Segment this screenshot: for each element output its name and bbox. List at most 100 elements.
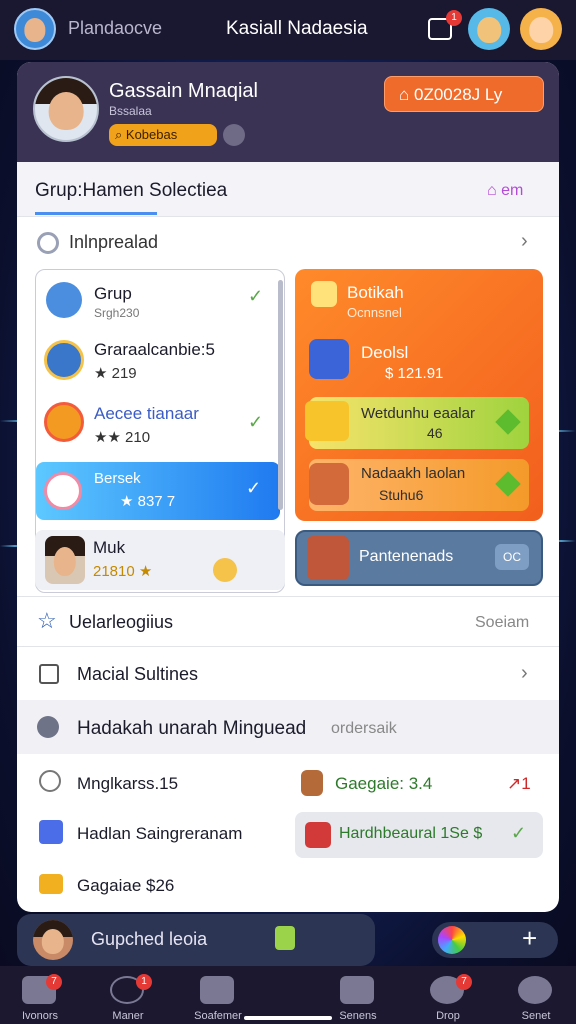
- list-row[interactable]: Gagaiae $26: [77, 876, 174, 896]
- check-icon: ✓: [511, 823, 527, 843]
- trend-value: ↗1: [507, 774, 531, 793]
- user-avatar[interactable]: [33, 76, 99, 142]
- reward-button-1-label: Wetdunhu eaalar: [361, 405, 475, 422]
- list-item-sub: ★ 219: [94, 365, 137, 382]
- mini-name: Muk: [93, 538, 126, 557]
- shop-icon: [307, 536, 349, 580]
- selected-list-item[interactable]: Bersek ★ 837 7 ✓: [36, 462, 280, 520]
- nav-drop[interactable]: 7 Drop: [408, 966, 488, 1024]
- globe-icon: [37, 716, 59, 738]
- panel-button[interactable]: Pantenenads OC: [295, 530, 543, 586]
- chat-label: Gupched leoia: [91, 929, 208, 949]
- chat-avatar: [33, 920, 73, 960]
- nav-settings[interactable]: Senet: [496, 966, 576, 1024]
- app-icon: [39, 820, 63, 844]
- reward-item-value: $ 121.91: [385, 365, 444, 382]
- mini-value: 21810 ★: [93, 563, 153, 580]
- reward-button-2-value: Stuhu6: [379, 487, 424, 503]
- reward-button-2-label: Nadaakh laolan: [361, 465, 466, 482]
- rank-badge[interactable]: ⌂ 0Z0028J Ly: [384, 76, 544, 112]
- reward-card: Botikah Ocnnsnel Deolsl $ 121.91 Wetdunh…: [295, 269, 543, 521]
- chevron-right-icon[interactable]: ›: [521, 230, 528, 253]
- check-icon: ✓: [246, 478, 262, 498]
- list-item[interactable]: Grup: [94, 284, 132, 304]
- cart-icon: [309, 339, 349, 379]
- check-icon: ✓: [248, 286, 264, 306]
- search-icon: ⌕: [115, 127, 126, 142]
- nav-badge: 7: [46, 974, 62, 990]
- check-icon: ✓: [248, 412, 264, 432]
- color-wheel-icon[interactable]: [438, 926, 466, 954]
- stat-item[interactable]: Mnglkarss.15: [77, 774, 178, 794]
- reward-button-1[interactable]: Wetdunhu eaalar 46: [305, 397, 529, 449]
- info-icon[interactable]: [223, 124, 245, 146]
- reward-title: Botikah: [347, 283, 404, 302]
- brand-label: Plandaocve: [68, 18, 163, 38]
- globe-icon: [37, 232, 59, 254]
- menu-row[interactable]: Macial Sultines: [77, 664, 198, 685]
- section-action[interactable]: ⌂ em: [487, 182, 523, 200]
- person-icon: [301, 770, 323, 796]
- chevron-right-icon[interactable]: ›: [521, 662, 528, 685]
- stat-item[interactable]: Gaegaie: 3.4: [335, 774, 432, 794]
- section-underline: [35, 212, 157, 215]
- reward-button-2[interactable]: Nadaakh laolan Stuhu6: [309, 459, 529, 511]
- settings-row-right: Soeiam: [475, 614, 530, 631]
- main-sheet: Gassain Mnaqial Bssalaa ⌕ Kobebas ⌂ 0Z00…: [17, 62, 559, 912]
- gold-button[interactable]: ⌕ Kobebas: [109, 124, 217, 146]
- camera-icon: [340, 976, 374, 1004]
- home-icon: ⌂: [399, 85, 414, 104]
- page-title: Kasiall Nadaesia: [226, 18, 368, 39]
- reward-item-title: Deolsl: [361, 343, 409, 362]
- thumb-icon: [275, 926, 295, 950]
- character-icon: [309, 463, 349, 505]
- nav-scenes[interactable]: Senens: [318, 966, 398, 1024]
- selected-chip[interactable]: Hardhbeaural 1Se $ ✓: [295, 812, 543, 858]
- mini-card[interactable]: Muk 21810 ★: [35, 530, 285, 590]
- coin-icon: [44, 340, 84, 380]
- diamond-icon: [495, 409, 521, 435]
- mini-avatar: [45, 536, 85, 584]
- star-outline-icon: ☆: [37, 608, 57, 633]
- list-item[interactable]: Graraalcanbie:5: [94, 340, 215, 360]
- avatar-cartoon-boy[interactable]: [468, 8, 510, 50]
- reward-button-1-value: 46: [427, 425, 443, 441]
- panel-button-label: Pantenenads: [359, 548, 454, 565]
- avatar-cartoon-girl[interactable]: [520, 8, 562, 50]
- list-item-sub: ★★ 210: [94, 429, 151, 446]
- coin-icon: [213, 558, 237, 582]
- nav-home[interactable]: 7 Ivonors: [0, 966, 80, 1024]
- more-icon: [518, 976, 552, 1004]
- nav-badge: 1: [136, 974, 152, 990]
- square-icon: [39, 664, 59, 684]
- nav-badge: 7: [456, 974, 472, 990]
- list-item-label: Bersek: [94, 470, 141, 487]
- filter-row[interactable]: Inlnprealad: [69, 232, 158, 253]
- scrollbar[interactable]: [278, 280, 283, 510]
- card-icon: [305, 822, 331, 848]
- gold-crate-icon: [305, 401, 349, 441]
- section-title: Grup:Hamen Solectiea: [35, 180, 228, 201]
- plus-icon[interactable]: +: [522, 923, 537, 954]
- chat-bar[interactable]: Gupched leoia: [17, 914, 375, 966]
- selected-chip-label: Hardhbeaural 1Se $: [339, 825, 483, 842]
- grup-icon: [46, 282, 82, 318]
- list-row[interactable]: Hadlan Saingreranam: [77, 824, 242, 844]
- list-item-sub: ★ 837 7: [120, 493, 176, 510]
- calendar-icon: [44, 402, 84, 442]
- list-item[interactable]: Aecee tianaar: [94, 404, 199, 424]
- nav-messages[interactable]: 1 Maner: [88, 966, 168, 1024]
- diamond-icon: [495, 471, 521, 497]
- clock-icon: [39, 770, 61, 792]
- user-name: Gassain Mnaqial: [109, 80, 258, 102]
- heart-icon: [44, 472, 82, 510]
- compose-bar[interactable]: +: [432, 922, 558, 958]
- reward-subtitle: Ocnnsnel: [347, 305, 402, 320]
- notification-badge: 1: [446, 10, 462, 26]
- profile-avatar[interactable]: [14, 8, 56, 50]
- bottom-nav: 7 Ivonors 1 Maner Soafemer Senens 7 Drop…: [0, 966, 576, 1024]
- section-heading-right: ordersaik: [331, 720, 397, 737]
- user-subtitle: Bssalaa: [109, 104, 152, 118]
- settings-row[interactable]: Uelarleogiius: [69, 612, 173, 633]
- top-bar: Plandaocve Kasiall Nadaesia 1: [0, 0, 576, 60]
